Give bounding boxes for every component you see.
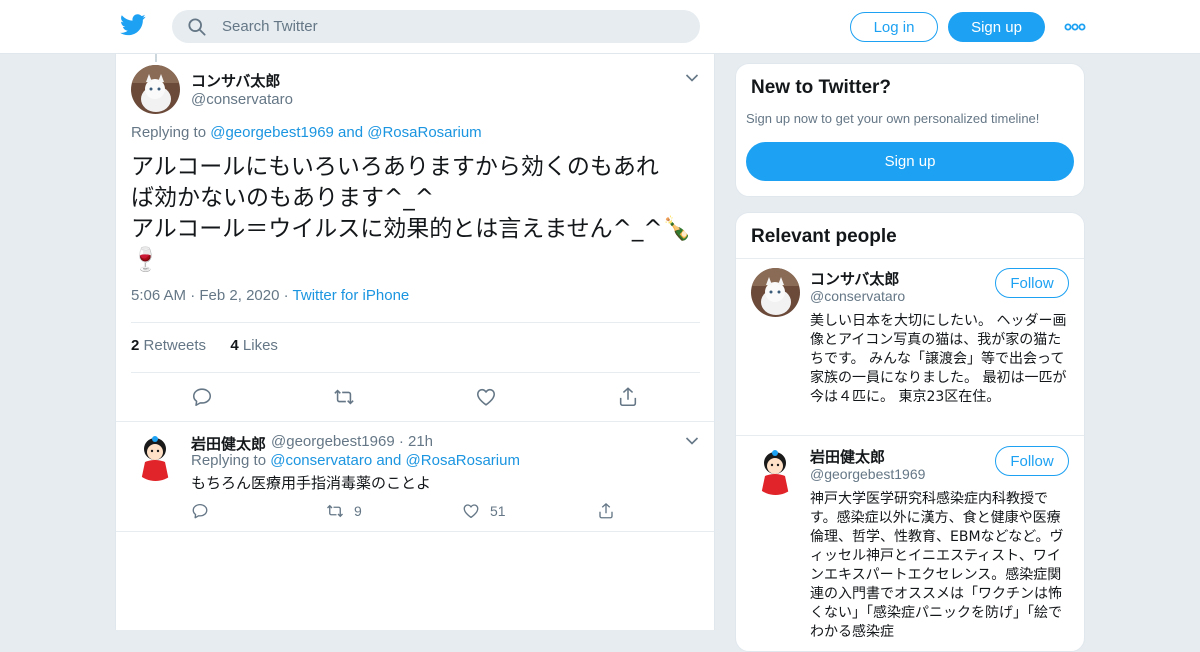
reply-author-meta: @georgebest1969 · 21h bbox=[271, 433, 433, 450]
card-title: New to Twitter? bbox=[751, 77, 892, 98]
more-dots-icon[interactable] bbox=[1064, 22, 1086, 32]
author-name[interactable]: コンサバ太郎 bbox=[191, 70, 280, 91]
dot-separator: · bbox=[283, 287, 293, 304]
person-handle[interactable]: @georgebest1969 bbox=[810, 466, 925, 482]
divider bbox=[116, 421, 714, 422]
search-bar[interactable] bbox=[172, 10, 700, 43]
reply-body: もちろん医療用手指消毒薬のことよ bbox=[191, 474, 432, 492]
and-label: and bbox=[376, 452, 402, 469]
like-count: 51 bbox=[490, 503, 506, 519]
retweets-stat[interactable]: 2 Retweets bbox=[131, 337, 206, 354]
follow-button[interactable]: Follow bbox=[995, 268, 1069, 298]
and-label: and bbox=[338, 124, 364, 141]
tweet-date[interactable]: Feb 2, 2020 bbox=[199, 287, 279, 304]
person-bio: 神戸大学医学研究科感染症内科教授です。感染症以外に漢方、食と健康や医療倫理、哲学… bbox=[810, 491, 1064, 640]
reply-action[interactable] bbox=[191, 502, 209, 520]
tweet-text-line: アルコール＝ウイルスに効果的とは言えません^_^🍾 bbox=[131, 216, 692, 242]
card-title: Relevant people bbox=[751, 226, 897, 247]
retweets-count: 2 bbox=[131, 337, 140, 354]
chevron-down-icon[interactable] bbox=[685, 73, 699, 83]
heart-icon bbox=[463, 504, 479, 519]
divider bbox=[736, 435, 1084, 436]
mention-link[interactable]: @georgebest1969 bbox=[210, 124, 334, 141]
likes-stat[interactable]: 4 Likes bbox=[230, 337, 278, 354]
search-input[interactable] bbox=[222, 10, 682, 43]
reply-author-name[interactable]: 岩田健太郎 bbox=[191, 433, 266, 454]
share-icon[interactable] bbox=[617, 386, 639, 408]
person-name[interactable]: コンサバ太郎 bbox=[810, 268, 899, 289]
avatar[interactable] bbox=[131, 432, 180, 481]
twitter-bird-icon[interactable] bbox=[120, 14, 146, 36]
replying-to-line: Replying to @georgebest1969 and @RosaRos… bbox=[131, 124, 482, 141]
replying-to-line: Replying to @conservataro and @RosaRosar… bbox=[191, 452, 520, 469]
author-handle[interactable]: @conservataro bbox=[191, 91, 293, 108]
avatar[interactable] bbox=[751, 268, 800, 317]
tweet-source-link[interactable]: Twitter for iPhone bbox=[293, 287, 410, 304]
person-name[interactable]: 岩田健太郎 bbox=[810, 446, 885, 467]
mention-link[interactable]: @conservataro bbox=[270, 452, 372, 469]
tweet-thread-column: コンサバ太郎 @conservataro Replying to @george… bbox=[115, 54, 715, 630]
chevron-down-icon[interactable] bbox=[685, 436, 699, 446]
tweet-text-line: アルコールにもいろいろありますから効くのもあれ bbox=[131, 154, 659, 180]
person-handle[interactable]: @conservataro bbox=[810, 288, 905, 304]
reply-icon[interactable] bbox=[191, 386, 213, 408]
retweet-count: 9 bbox=[354, 503, 362, 519]
retweets-label: Retweets bbox=[143, 337, 207, 354]
card-subtitle: Sign up now to get your own personalized… bbox=[746, 111, 1040, 126]
share-icon bbox=[599, 502, 613, 519]
new-to-twitter-card: New to Twitter? Sign up now to get your … bbox=[735, 63, 1085, 197]
avatar[interactable] bbox=[131, 65, 180, 114]
tweet-stats: 2 Retweets 4 Likes bbox=[131, 337, 278, 354]
top-navigation-bar: Log in Sign up bbox=[0, 0, 1200, 54]
tweet-text-line: 🍷 bbox=[131, 247, 160, 273]
cat-avatar-image bbox=[751, 268, 800, 317]
tweet-metadata: 5:06 AM · Feb 2, 2020 · Twitter for iPho… bbox=[131, 287, 409, 304]
cat-avatar-image bbox=[131, 65, 180, 114]
divider bbox=[131, 322, 700, 323]
person-bio: 美しい日本を大切にしたい。 ヘッダー画像とアイコン写真の猫は、我が家の猫たちです… bbox=[810, 313, 1067, 405]
replying-to-label: Replying to bbox=[131, 124, 207, 141]
sign-up-button[interactable]: Sign up bbox=[746, 142, 1074, 181]
tweet-text-line: ば効かないのもあります^_^ bbox=[131, 185, 435, 211]
likes-label: Likes bbox=[242, 337, 278, 354]
avatar[interactable] bbox=[751, 446, 800, 495]
search-icon bbox=[188, 18, 206, 36]
tweet-body: アルコールにもいろいろありますから効くのもあれ ば効かないのもあります^_^ ア… bbox=[131, 152, 701, 276]
cartoon-avatar-image bbox=[751, 446, 800, 495]
log-in-button[interactable]: Log in bbox=[850, 12, 938, 42]
tweet-time[interactable]: 5:06 AM bbox=[131, 287, 186, 304]
follow-button[interactable]: Follow bbox=[995, 446, 1069, 476]
reply-time[interactable]: 21h bbox=[408, 433, 433, 450]
share-action[interactable] bbox=[597, 502, 615, 520]
sign-up-button[interactable]: Sign up bbox=[948, 12, 1045, 42]
reply-author-handle[interactable]: @georgebest1969 bbox=[271, 433, 395, 450]
retweet-icon[interactable] bbox=[333, 386, 355, 408]
dot-separator: · bbox=[398, 433, 408, 450]
retweet-action[interactable]: 9 bbox=[326, 502, 362, 520]
reply-icon bbox=[192, 503, 208, 519]
cartoon-avatar-image bbox=[131, 432, 180, 481]
replying-to-label: Replying to bbox=[191, 452, 267, 469]
like-action[interactable]: 51 bbox=[462, 502, 506, 520]
mention-link[interactable]: @RosaRosarium bbox=[367, 124, 481, 141]
dot-separator: · bbox=[190, 287, 200, 304]
divider bbox=[131, 372, 700, 373]
divider bbox=[116, 531, 714, 532]
retweet-icon bbox=[327, 504, 343, 518]
likes-count: 4 bbox=[230, 337, 239, 354]
divider bbox=[736, 258, 1084, 259]
relevant-people-card: Relevant people コンサバ太郎 @conservataro Fol… bbox=[735, 212, 1085, 652]
heart-icon[interactable] bbox=[475, 386, 497, 408]
mention-link[interactable]: @RosaRosarium bbox=[406, 452, 520, 469]
thread-connector-line bbox=[155, 54, 157, 62]
